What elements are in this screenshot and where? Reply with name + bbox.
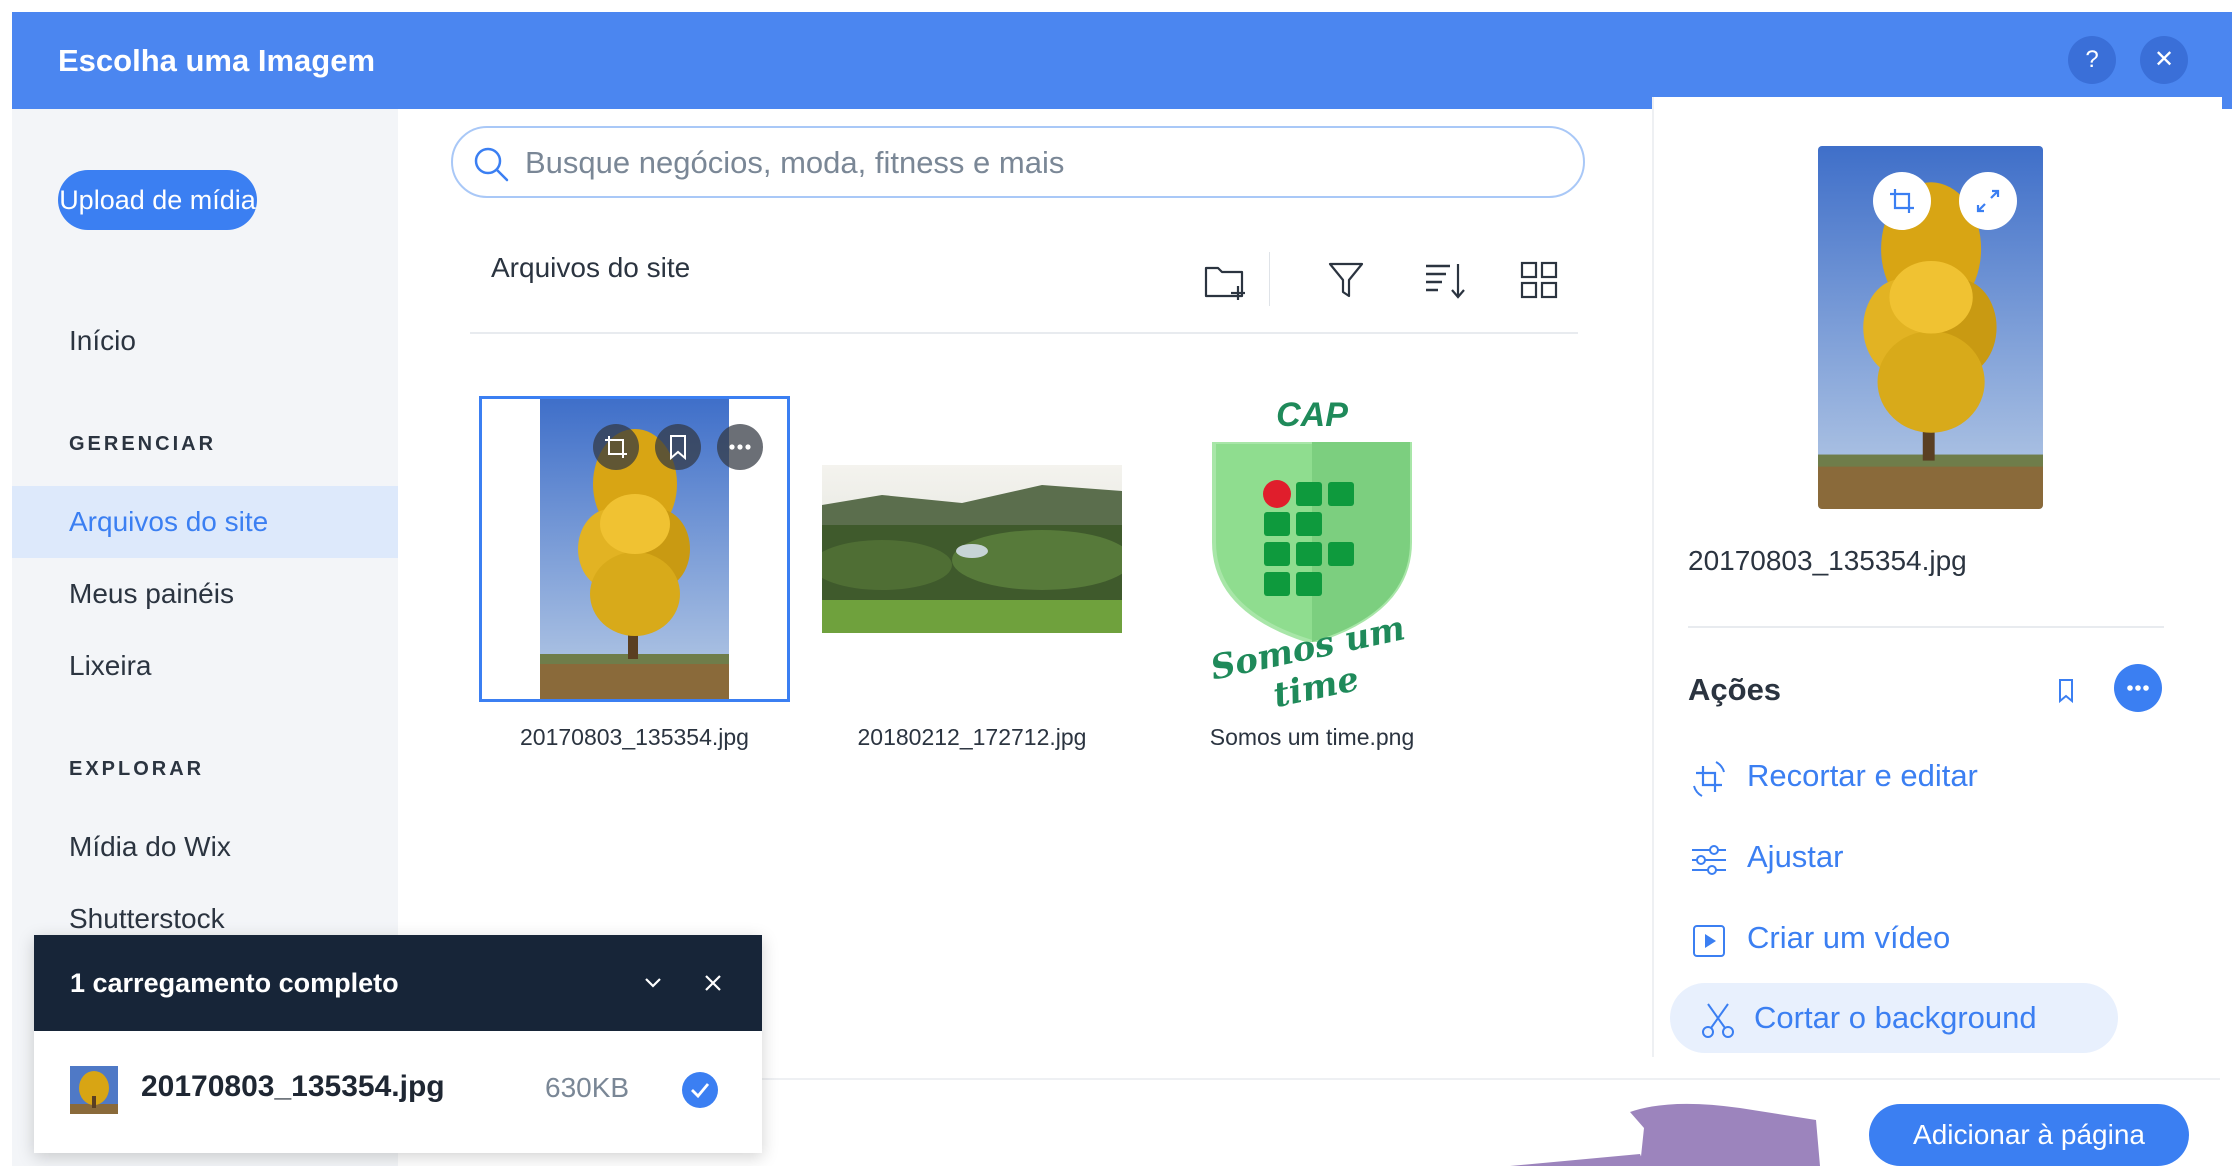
- sidebar-heading-explore: EXPLORAR: [69, 758, 205, 780]
- arrow-annotation: [1510, 1103, 1820, 1166]
- dialog-title: Escolha uma Imagem: [58, 43, 376, 78]
- bookmark-icon[interactable]: [2050, 674, 2082, 706]
- sidebar-item-wix-media[interactable]: Mídia do Wix: [12, 811, 398, 883]
- file-name: 20180212_172712.jpg: [857, 724, 1087, 750]
- file-thumbnail: [70, 1066, 118, 1114]
- more-overlay-button[interactable]: [717, 424, 763, 470]
- action-crop-edit[interactable]: Recortar e editar: [1688, 741, 2148, 811]
- sidebar-item-site-files[interactable]: Arquivos do site: [12, 486, 398, 558]
- section-title: Arquivos do site: [491, 252, 691, 283]
- action-label: Ajustar: [1747, 839, 1844, 874]
- toast-title: 1 carregamento completo: [70, 968, 399, 998]
- help-icon: ?: [2085, 46, 2099, 73]
- preview-expand-button[interactable]: [1959, 172, 2017, 230]
- sidebar-item-my-boards[interactable]: Meus painéis: [12, 558, 398, 630]
- more-icon: [729, 444, 751, 450]
- action-label: Recortar e editar: [1747, 758, 1978, 793]
- upload-complete-badge: [682, 1072, 718, 1108]
- bookmark-icon: [670, 435, 686, 461]
- landscape-thumbnail: [812, 465, 1132, 633]
- dialog-header: Escolha uma Imagem ? ✕: [12, 12, 2232, 109]
- search-icon: [474, 147, 509, 182]
- file-name: 20170803_135354.jpg: [520, 724, 749, 750]
- logo-top-text: CAP: [1276, 396, 1348, 434]
- crop-icon: [605, 436, 627, 458]
- search-bar: [451, 126, 1585, 198]
- sidebar-heading-manage: GERENCIAR: [69, 433, 217, 455]
- preview-file-name: 20170803_135354.jpg: [1688, 545, 1967, 576]
- file-card-selected[interactable]: [479, 396, 790, 702]
- search-input[interactable]: [523, 136, 1567, 190]
- sidebar-item-trash[interactable]: Lixeira: [12, 630, 398, 702]
- help-button[interactable]: ?: [2068, 36, 2116, 84]
- add-to-page-button[interactable]: Adicionar à página: [1869, 1104, 2189, 1166]
- toast-file-name: 20170803_135354.jpg: [141, 1070, 445, 1103]
- sidebar-item-home[interactable]: Início: [12, 305, 398, 377]
- crop-icon: [1890, 189, 1914, 213]
- close-button[interactable]: ✕: [2140, 36, 2188, 84]
- scissors-icon: [1702, 1003, 1734, 1038]
- filter-icon[interactable]: [1322, 256, 1370, 304]
- preview-image: [1818, 146, 2043, 509]
- toast-file-size: 630KB: [545, 1072, 630, 1103]
- sort-icon[interactable]: [1420, 256, 1468, 304]
- upload-media-button[interactable]: Upload de mídia: [58, 170, 257, 230]
- check-icon: [691, 1083, 710, 1099]
- file-name: Somos um time.png: [1209, 724, 1415, 750]
- actions-title: Ações: [1688, 672, 1782, 707]
- grid-view-icon[interactable]: [1515, 256, 1563, 304]
- action-cut-background[interactable]: Cortar o background: [1670, 983, 2118, 1053]
- more-icon: [2127, 685, 2149, 691]
- preview-separator: [1688, 626, 2164, 628]
- toolbar-separator: [470, 332, 1578, 334]
- toast-header: 1 carregamento completo: [34, 935, 762, 1031]
- file-card[interactable]: CAP Somos um time: [1194, 396, 1430, 716]
- chevron-down-icon[interactable]: [638, 968, 668, 998]
- toolbar-divider: [1269, 252, 1270, 306]
- action-create-video[interactable]: Criar um vídeo: [1688, 903, 2148, 973]
- bookmark-overlay-button[interactable]: [655, 424, 701, 470]
- close-icon: ✕: [2153, 46, 2175, 73]
- close-icon[interactable]: [698, 968, 728, 998]
- expand-icon: [1976, 189, 2000, 213]
- crop-icon: [1693, 761, 1725, 797]
- video-icon: [1693, 925, 1725, 957]
- action-label: Cortar o background: [1754, 1000, 2037, 1035]
- more-actions-button[interactable]: [2114, 664, 2162, 712]
- crop-overlay-button[interactable]: [593, 424, 639, 470]
- adjust-icon: [1692, 845, 1726, 875]
- upload-toast: 1 carregamento completo 20170803_135354.…: [34, 935, 762, 1153]
- preview-crop-button[interactable]: [1873, 172, 1931, 230]
- file-card[interactable]: [812, 465, 1132, 633]
- new-folder-icon[interactable]: [1202, 256, 1250, 304]
- action-adjust[interactable]: Ajustar: [1688, 822, 2148, 892]
- action-label: Criar um vídeo: [1747, 920, 1951, 955]
